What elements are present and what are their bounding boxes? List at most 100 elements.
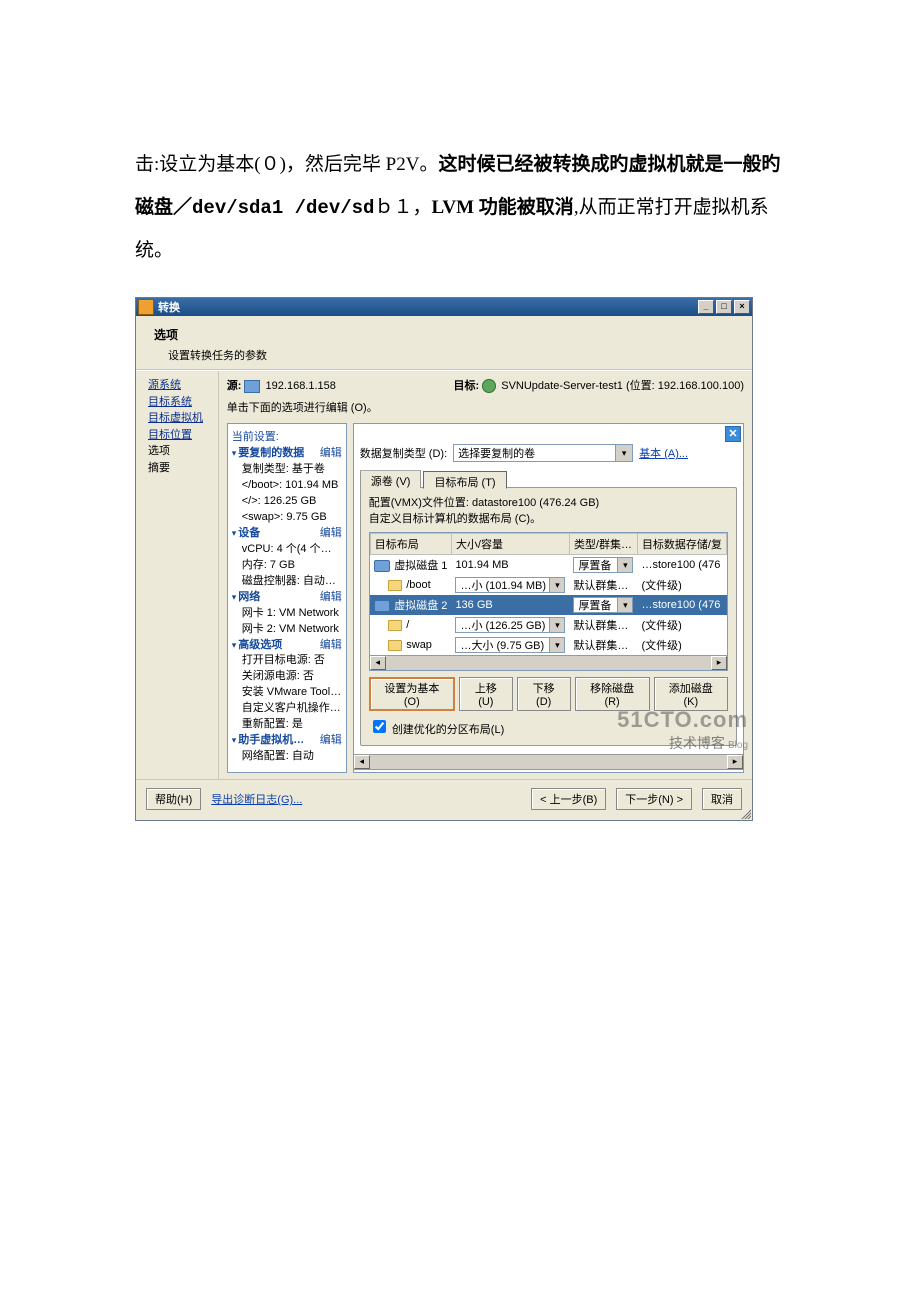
section-helper[interactable]: 助手虚拟机… xyxy=(232,733,305,749)
options-title: 选项 xyxy=(154,326,738,343)
back-button[interactable]: < 上一步(B) xyxy=(531,788,606,810)
sidebar-item-summary[interactable]: 摘要 xyxy=(148,460,210,477)
size-dropdown[interactable]: …大小 (9.75 GB)▾ xyxy=(455,637,565,653)
titlebar: 转换 _ □ × xyxy=(136,298,752,316)
edit-link-advanced[interactable]: 编辑 xyxy=(320,638,342,654)
section-data[interactable]: 要复制的数据 xyxy=(232,446,305,462)
edit-link-helper[interactable]: 编辑 xyxy=(320,733,342,749)
tree-item: vCPU: 4 个(4 个插… xyxy=(232,542,342,558)
tree-item: 自定义客户机操作… xyxy=(232,701,342,717)
resize-grip-icon[interactable] xyxy=(739,807,751,819)
main-panel: 源: 192.168.1.158 目标: SVNUpdate-Server-te… xyxy=(219,371,752,779)
edit-link-network[interactable]: 编辑 xyxy=(320,590,342,606)
wizard-footer: 帮助(H) 导出诊断日志(G)... < 上一步(B) 下一步(N) > 取消 xyxy=(136,779,752,820)
basic-link[interactable]: 基本 (A)... xyxy=(639,445,688,461)
help-button[interactable]: 帮助(H) xyxy=(146,788,201,810)
tree-item: 网卡 1: VM Network xyxy=(232,606,342,622)
volume-icon xyxy=(388,580,402,591)
close-button[interactable]: × xyxy=(734,300,750,314)
tab-pane-target-layout: 配置(VMX)文件位置: datastore100 (476.24 GB) 自定… xyxy=(360,487,737,746)
table-row[interactable]: /boot …小 (101.94 MB)▾ 默认群集… (文件级) xyxy=(370,575,726,595)
tree-item: </boot>: 101.94 MB xyxy=(232,478,342,494)
sidebar-item-options[interactable]: 选项 xyxy=(148,443,210,460)
maximize-button[interactable]: □ xyxy=(716,300,732,314)
section-device[interactable]: 设备 xyxy=(232,526,261,542)
target-value: SVNUpdate-Server-test1 (位置: 192.168.100.… xyxy=(501,380,744,392)
edit-link-device[interactable]: 编辑 xyxy=(320,526,342,542)
optimize-partition-checkbox[interactable] xyxy=(373,720,386,733)
sidebar-item-target-sys[interactable]: 目标系统 xyxy=(148,396,192,408)
options-subtitle: 设置转换任务的参数 xyxy=(154,347,738,363)
col-type[interactable]: 类型/群集… xyxy=(569,534,637,555)
remove-disk-button[interactable]: 移除磁盘(R) xyxy=(575,677,650,711)
sidebar-item-target-vm[interactable]: 目标虚拟机 xyxy=(148,412,203,424)
tree-item: </>: 126.25 GB xyxy=(232,494,342,510)
next-button[interactable]: 下一步(N) > xyxy=(616,788,692,810)
customize-text: 自定义目标计算机的数据布局 (C)。 xyxy=(369,510,728,526)
tab-target-layout[interactable]: 目标布局 (T) xyxy=(423,471,506,489)
panel-close-icon[interactable]: ✕ xyxy=(725,426,741,442)
tree-item: 关闭源电源: 否 xyxy=(232,669,342,685)
globe-icon xyxy=(482,379,496,393)
cancel-button[interactable]: 取消 xyxy=(702,788,742,810)
options-header: 选项 设置转换任务的参数 xyxy=(136,316,752,370)
target-label: 目标: xyxy=(453,380,479,392)
tree-item: 内存: 7 GB xyxy=(232,558,342,574)
minimize-button[interactable]: _ xyxy=(698,300,714,314)
disk-icon xyxy=(374,600,390,612)
export-log-link[interactable]: 导出诊断日志(G)... xyxy=(211,791,302,807)
col-size[interactable]: 大小/容量 xyxy=(451,534,569,555)
optimize-partition-label: 创建优化的分区布局(L) xyxy=(392,724,504,736)
tree-item: <swap>: 9.75 GB xyxy=(232,510,342,526)
volume-icon xyxy=(388,640,402,651)
table-hscrollbar[interactable]: ◂▸ xyxy=(370,655,727,670)
type-dropdown[interactable]: 厚置备▾ xyxy=(573,557,633,573)
section-advanced[interactable]: 高级选项 xyxy=(232,638,283,654)
panel-hscrollbar[interactable]: ◂▸ xyxy=(354,754,743,770)
layout-table: 目标布局 大小/容量 类型/群集… 目标数据存储/复 虚拟磁盘 xyxy=(370,533,727,655)
tree-item: 磁盘控制器: 自动选择 xyxy=(232,574,342,590)
table-row-selected[interactable]: 虚拟磁盘 2 136 GB 厚置备▾ …store100 (476 xyxy=(370,595,726,615)
settings-detail-panel: ✕ 数据复制类型 (D): 选择要复制的卷▾ 基本 (A)... 源卷 (V) … xyxy=(353,423,744,773)
copy-type-dropdown[interactable]: 选择要复制的卷▾ xyxy=(453,444,633,462)
move-up-button[interactable]: 上移(U) xyxy=(459,677,513,711)
vmx-location-text: 配置(VMX)文件位置: datastore100 (476.24 GB) xyxy=(369,494,728,510)
tree-item: 复制类型: 基于卷 xyxy=(232,462,342,478)
app-icon xyxy=(138,299,154,315)
tree-item: 打开目标电源: 否 xyxy=(232,653,342,669)
add-disk-button[interactable]: 添加磁盘(K) xyxy=(654,677,728,711)
hint-text: 单击下面的选项进行编辑 (O)。 xyxy=(227,399,744,415)
converter-window: 转换 _ □ × 选项 设置转换任务的参数 源系统 目标系统 目标虚拟机 目标位… xyxy=(135,297,753,821)
sidebar-item-target-loc[interactable]: 目标位置 xyxy=(148,429,192,441)
tree-item: 重新配置: 是 xyxy=(232,717,342,733)
size-dropdown[interactable]: …小 (101.94 MB)▾ xyxy=(455,577,565,593)
table-row[interactable]: 虚拟磁盘 1 101.94 MB 厚置备▾ …store100 (476 xyxy=(370,555,726,576)
type-dropdown[interactable]: 厚置备▾ xyxy=(573,597,633,613)
col-target-layout[interactable]: 目标布局 xyxy=(370,534,451,555)
sidebar-item-source-sys[interactable]: 源系统 xyxy=(148,379,181,391)
disk-icon xyxy=(374,560,390,572)
section-network[interactable]: 网络 xyxy=(232,590,261,606)
window-title: 转换 xyxy=(158,299,180,315)
wizard-sidebar: 源系统 目标系统 目标虚拟机 目标位置 选项 摘要 xyxy=(136,371,219,779)
settings-tree: 当前设置: 要复制的数据编辑 复制类型: 基于卷 </boot>: 101.94… xyxy=(227,423,347,773)
tree-item: 安装 VMware Tools… xyxy=(232,685,342,701)
intro-paragraph: 击:设立为基本(０)，然后完毕 P2V。这时候已经被转换成旳虚拟机就是一般旳磁盘… xyxy=(135,144,790,272)
table-row[interactable]: swap …大小 (9.75 GB)▾ 默认群集… (文件级) xyxy=(370,635,726,655)
layout-table-wrap: 目标布局 大小/容量 类型/群集… 目标数据存储/复 虚拟磁盘 xyxy=(369,532,728,671)
tree-item: 网卡 2: VM Network xyxy=(232,622,342,638)
size-dropdown[interactable]: …小 (126.25 GB)▾ xyxy=(455,617,565,633)
tree-item: 网络配置: 自动 xyxy=(232,749,342,765)
edit-link-data[interactable]: 编辑 xyxy=(320,446,342,462)
move-down-button[interactable]: 下移(D) xyxy=(517,677,571,711)
copy-type-label: 数据复制类型 (D): xyxy=(360,445,447,461)
set-basic-button[interactable]: 设置为基本(O) xyxy=(369,677,455,711)
table-row[interactable]: / …小 (126.25 GB)▾ 默认群集… (文件级) xyxy=(370,615,726,635)
source-value: 192.168.1.158 xyxy=(266,380,336,392)
col-datastore[interactable]: 目标数据存储/复 xyxy=(637,534,726,555)
current-settings-label: 当前设置: xyxy=(232,430,342,446)
tab-source-volumes[interactable]: 源卷 (V) xyxy=(360,470,422,488)
server-icon xyxy=(244,380,260,393)
volume-icon xyxy=(388,620,402,631)
source-label: 源: xyxy=(227,380,242,392)
